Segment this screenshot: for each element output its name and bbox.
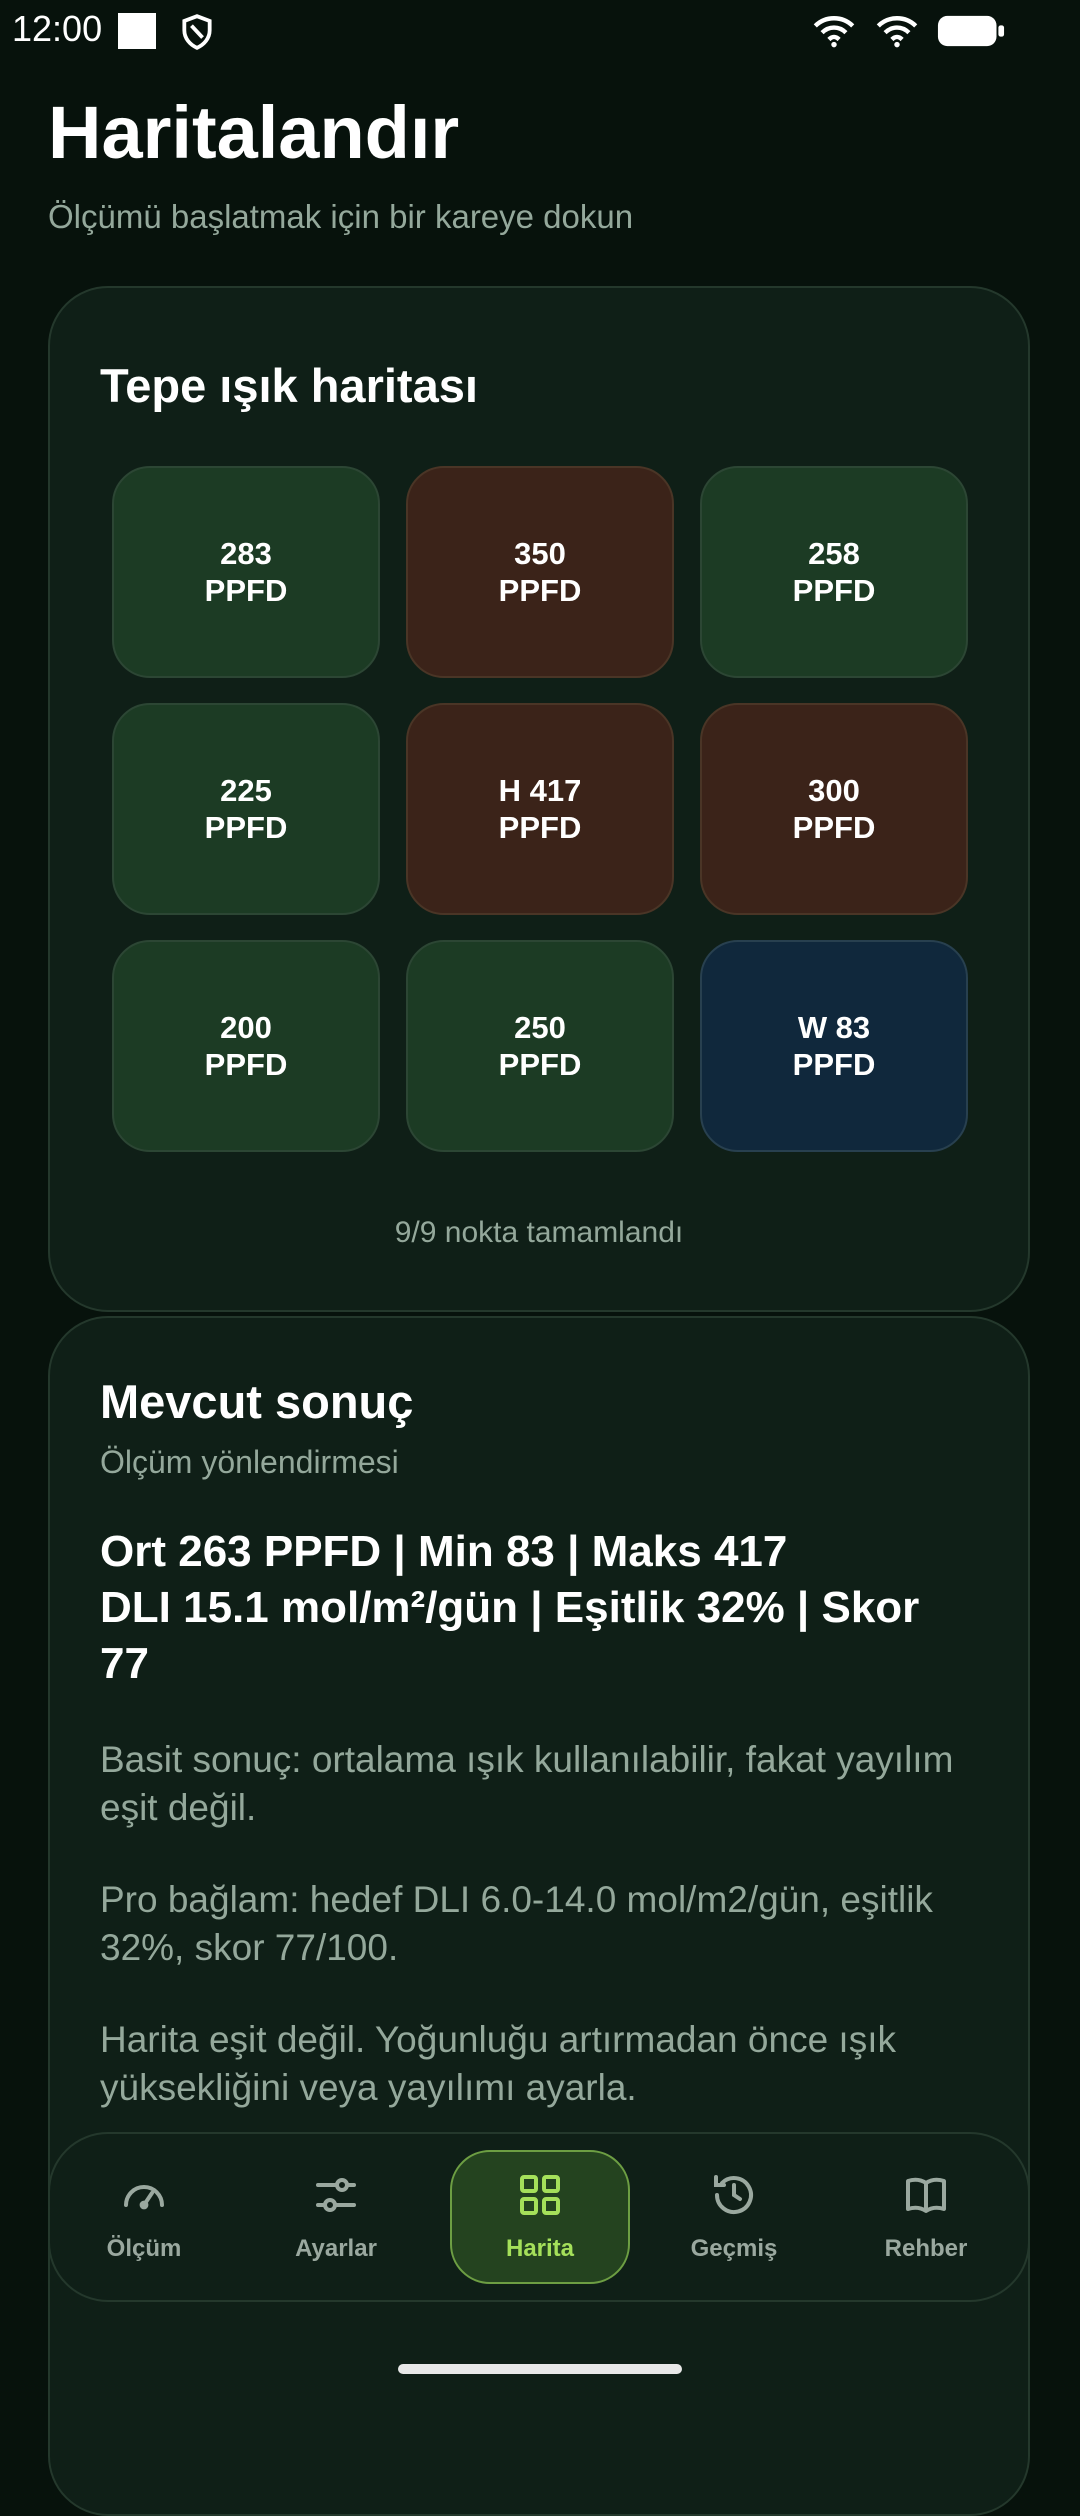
cell-value: 258 bbox=[808, 536, 860, 571]
pro-context-text: Pro bağlam: hedef DLI 6.0-14.0 mol/m2/gü… bbox=[100, 1879, 933, 1968]
stats-line-2: DLI 15.1 mol/m²/gün | Eşitlik 32% | Skor… bbox=[100, 1583, 920, 1688]
wifi-signal-icon bbox=[876, 16, 918, 48]
battery-icon bbox=[937, 15, 1005, 47]
map-cell[interactable]: 200 PPFD bbox=[112, 940, 380, 1152]
cell-unit: PPFD bbox=[792, 1047, 876, 1082]
nav-item-gecmis[interactable]: Geçmiş bbox=[644, 2150, 824, 2284]
cell-value: 300 bbox=[808, 773, 860, 808]
result-card-title: Mevcut sonuç bbox=[100, 1375, 414, 1428]
cell-unit: PPFD bbox=[204, 1047, 288, 1082]
cell-unit: PPFD bbox=[498, 573, 582, 608]
current-result-card: Mevcut sonuç Ölçüm yönlendirmesi Ort 263… bbox=[48, 1316, 1030, 2516]
map-cell[interactable]: W 83 PPFD bbox=[700, 940, 968, 1152]
page-title: Haritalandır bbox=[48, 91, 460, 174]
simple-result-text: Basit sonuç: ortalama ışık kullanılabili… bbox=[100, 1739, 954, 1828]
nav-item-olcum[interactable]: Ölçüm bbox=[54, 2150, 234, 2284]
book-icon bbox=[906, 2177, 946, 2213]
cell-value: 200 bbox=[220, 1010, 272, 1045]
cell-value: W 83 bbox=[797, 1010, 871, 1045]
cell-unit: PPFD bbox=[498, 810, 582, 845]
nav-label: Ölçüm bbox=[106, 2235, 182, 2262]
home-indicator[interactable] bbox=[398, 2364, 682, 2374]
cell-unit: PPFD bbox=[792, 810, 876, 845]
shield-icon bbox=[182, 14, 212, 50]
stats-line-1: Ort 263 PPFD | Min 83 | Maks 417 bbox=[100, 1527, 788, 1576]
map-cell[interactable]: 350 PPFD bbox=[406, 466, 674, 678]
cell-unit: PPFD bbox=[498, 1047, 582, 1082]
nav-item-harita[interactable]: Harita bbox=[450, 2150, 630, 2284]
bottom-nav: Ölçüm Ayarlar Harita Geçmiş Rehber bbox=[48, 2132, 1030, 2302]
cell-value: 350 bbox=[514, 536, 566, 571]
status-bar: 12:00 bbox=[0, 0, 1080, 62]
light-map-card: Tepe ışık haritası 283 PPFD 350 PPFD 258… bbox=[48, 286, 1030, 1312]
grid-icon bbox=[520, 2175, 560, 2215]
map-card-title: Tepe ışık haritası bbox=[100, 359, 478, 412]
cell-unit: PPFD bbox=[204, 810, 288, 845]
nav-label: Ayarlar bbox=[295, 2235, 377, 2262]
cell-value: 225 bbox=[220, 773, 272, 808]
history-icon bbox=[714, 2175, 753, 2215]
sliders-icon bbox=[316, 2178, 356, 2212]
wifi-icon bbox=[813, 16, 855, 48]
cell-value: H 417 bbox=[498, 773, 582, 808]
result-stats: Ort 263 PPFD | Min 83 | Maks 417 DLI 15.… bbox=[100, 1524, 980, 1692]
page-subtitle: Ölçümü başlatmak için bir kareye dokun bbox=[48, 198, 634, 235]
map-cell[interactable]: 283 PPFD bbox=[112, 466, 380, 678]
nav-item-ayarlar[interactable]: Ayarlar bbox=[246, 2150, 426, 2284]
cell-value: 250 bbox=[514, 1010, 566, 1045]
nav-item-rehber[interactable]: Rehber bbox=[836, 2150, 1016, 2284]
map-cell[interactable]: H 417 PPFD bbox=[406, 703, 674, 915]
map-progress-text: 9/9 nokta tamamlandı bbox=[394, 1216, 684, 1249]
nav-label: Harita bbox=[505, 2235, 575, 2262]
advice-text: Harita eşit değil. Yoğunluğu artırmadan … bbox=[100, 2019, 896, 2108]
status-time: 12:00 bbox=[12, 8, 103, 49]
cell-unit: PPFD bbox=[792, 573, 876, 608]
notification-square-icon bbox=[118, 13, 156, 49]
nav-label: Rehber bbox=[884, 2235, 968, 2262]
map-cell[interactable]: 258 PPFD bbox=[700, 466, 968, 678]
map-cell[interactable]: 300 PPFD bbox=[700, 703, 968, 915]
cell-value: 283 bbox=[220, 536, 272, 571]
map-cell[interactable]: 250 PPFD bbox=[406, 940, 674, 1152]
nav-label: Geçmiş bbox=[690, 2235, 778, 2262]
light-map-grid: 283 PPFD 350 PPFD 258 PPFD 225 PPFD H 41… bbox=[112, 466, 968, 1152]
result-subtitle: Ölçüm yönlendirmesi bbox=[100, 1444, 399, 1480]
gauge-icon bbox=[124, 2185, 164, 2210]
cell-unit: PPFD bbox=[204, 573, 288, 608]
map-cell[interactable]: 225 PPFD bbox=[112, 703, 380, 915]
